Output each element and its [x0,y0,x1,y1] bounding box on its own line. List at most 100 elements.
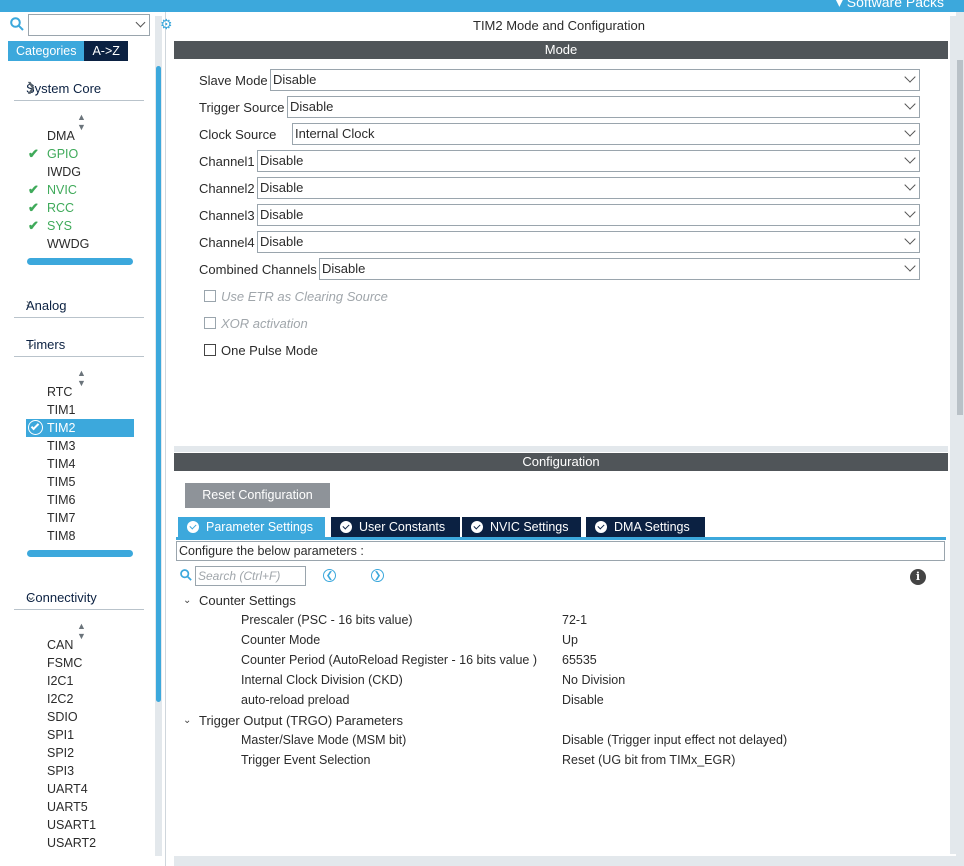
list-item-tim1[interactable]: TIM1 [47,403,75,417]
tab-a-to-z[interactable]: A->Z [84,41,128,61]
list-item-tim4[interactable]: TIM4 [47,457,75,471]
chevron-down-icon: ⌄ [26,589,37,603]
category-timers[interactable]: Timers ⌄ [14,333,144,357]
category-system-core[interactable]: System Core ❯ [14,77,144,101]
check-icon: ✔ [28,182,39,197]
chevron-down-icon [904,125,916,137]
tab-parameter-settings[interactable]: Parameter Settings [178,517,325,538]
list-item-uart4[interactable]: UART4 [47,782,88,796]
check-icon: ✔ [28,218,39,233]
check-circle-icon [595,521,607,533]
list-item-wwdg[interactable]: WWDG [47,237,89,251]
list-item-spi1[interactable]: SPI1 [47,728,74,742]
xor-activation-label: XOR activation [221,316,308,331]
list-item-tim8[interactable]: TIM8 [47,529,75,543]
search-icon[interactable] [10,17,24,34]
search-icon [180,569,192,584]
check-circle-icon [340,521,352,533]
sidebar-scrollbar[interactable] [156,66,161,702]
select-value: Disable [260,234,304,249]
mode-header: Mode [174,41,948,59]
xor-activation-checkbox[interactable] [204,317,216,329]
previous-arrow-icon[interactable]: ❮ [323,569,336,582]
system-core-scrollbar[interactable] [27,258,133,265]
sidebar-tabs: Categories A->Z [8,41,128,61]
channel3-label: Channel3 [199,208,255,223]
channel4-select[interactable]: Disable [257,231,920,253]
combined-channels-label: Combined Channels [199,262,317,277]
tab-categories[interactable]: Categories [8,41,85,61]
param-value[interactable]: Disable [562,693,604,707]
list-item-i2c1[interactable]: I2C1 [47,674,73,688]
main-scroll-track[interactable] [950,16,956,854]
category-connectivity[interactable]: Connectivity ⌄ [14,586,144,610]
use-etr-label: Use ETR as Clearing Source [221,289,388,304]
next-arrow-icon[interactable]: ❯ [371,569,384,582]
use-etr-checkbox[interactable] [204,290,216,302]
info-icon[interactable]: i [910,569,926,585]
configuration-header: Configuration [174,453,948,471]
software-packs-menu[interactable]: ▾ Software Packs [836,0,944,11]
tab-nvic-settings[interactable]: NVIC Settings [462,517,581,538]
one-pulse-mode-checkbox[interactable] [204,344,216,356]
category-analog[interactable]: Analog › [14,294,144,318]
list-item-tim3[interactable]: TIM3 [47,439,75,453]
right-scrollbar[interactable] [957,60,963,415]
list-item-fsmc[interactable]: FSMC [47,656,82,670]
pane-divider[interactable] [174,446,948,452]
list-item-rcc[interactable]: RCC [47,201,74,215]
sidebar-search-combo[interactable] [28,14,150,36]
sort-icon[interactable]: ▲ ▼ [77,368,86,388]
list-item-usart2[interactable]: USART2 [47,836,96,850]
one-pulse-mode-label: One Pulse Mode [221,343,318,358]
reset-configuration-button[interactable]: Reset Configuration [185,483,330,508]
parameter-search-input[interactable]: Search (Ctrl+F) [195,566,306,586]
channel3-select[interactable]: Disable [257,204,920,226]
param-value[interactable]: Reset (UG bit from TIMx_EGR) [562,753,735,767]
list-item-tim5[interactable]: TIM5 [47,475,75,489]
trigger-source-select[interactable]: Disable [287,96,920,118]
list-item-usart1[interactable]: USART1 [47,818,96,832]
param-value[interactable]: 65535 [562,653,597,667]
channel2-select[interactable]: Disable [257,177,920,199]
group-trigger-output[interactable]: Trigger Output (TRGO) Parameters [199,713,403,728]
channel1-select[interactable]: Disable [257,150,920,172]
param-value[interactable]: No Division [562,673,625,687]
software-packs-label: Software Packs [846,0,944,10]
slave-mode-label: Slave Mode [199,73,268,88]
list-item-i2c2[interactable]: I2C2 [47,692,73,706]
list-item-tim6[interactable]: TIM6 [47,493,75,507]
list-item-rtc[interactable]: RTC [47,385,72,399]
tab-user-constants[interactable]: User Constants [331,517,460,538]
list-item-gpio[interactable]: GPIO [47,147,78,161]
sort-icon[interactable]: ▲ ▼ [77,621,86,641]
list-item-sys[interactable]: SYS [47,219,72,233]
clock-source-select[interactable]: Internal Clock [292,123,920,145]
list-item-sdio[interactable]: SDIO [47,710,78,724]
list-item-can[interactable]: CAN [47,638,73,652]
tab-dma-settings[interactable]: DMA Settings [586,517,705,538]
category-sidebar [0,12,166,866]
param-value[interactable]: 72-1 [562,613,587,627]
list-item-tim7[interactable]: TIM7 [47,511,75,525]
check-icon: ✔ [28,146,39,161]
param-value[interactable]: Disable (Trigger input effect not delaye… [562,733,787,747]
group-counter-settings[interactable]: Counter Settings [199,593,296,608]
list-item-tim2[interactable]: TIM2 [47,421,75,435]
list-item-dma[interactable]: DMA [47,129,75,143]
list-item-iwdg[interactable]: IWDG [47,165,81,179]
list-item-spi3[interactable]: SPI3 [47,764,74,778]
chevron-down-icon[interactable]: ⌄ [183,715,191,726]
list-item-uart5[interactable]: UART5 [47,800,88,814]
chevron-right-icon: › [26,296,30,310]
check-icon: ✔ [28,200,39,215]
list-item-spi2[interactable]: SPI2 [47,746,74,760]
timers-scrollbar[interactable] [27,550,133,557]
list-item-nvic[interactable]: NVIC [47,183,77,197]
param-value[interactable]: Up [562,633,578,647]
chevron-down-icon [904,233,916,245]
combined-channels-select[interactable]: Disable [319,258,920,280]
slave-mode-select[interactable]: Disable [270,69,920,91]
chevron-down-icon[interactable]: ⌄ [183,595,191,606]
sort-icon[interactable]: ▲ ▼ [77,112,86,132]
